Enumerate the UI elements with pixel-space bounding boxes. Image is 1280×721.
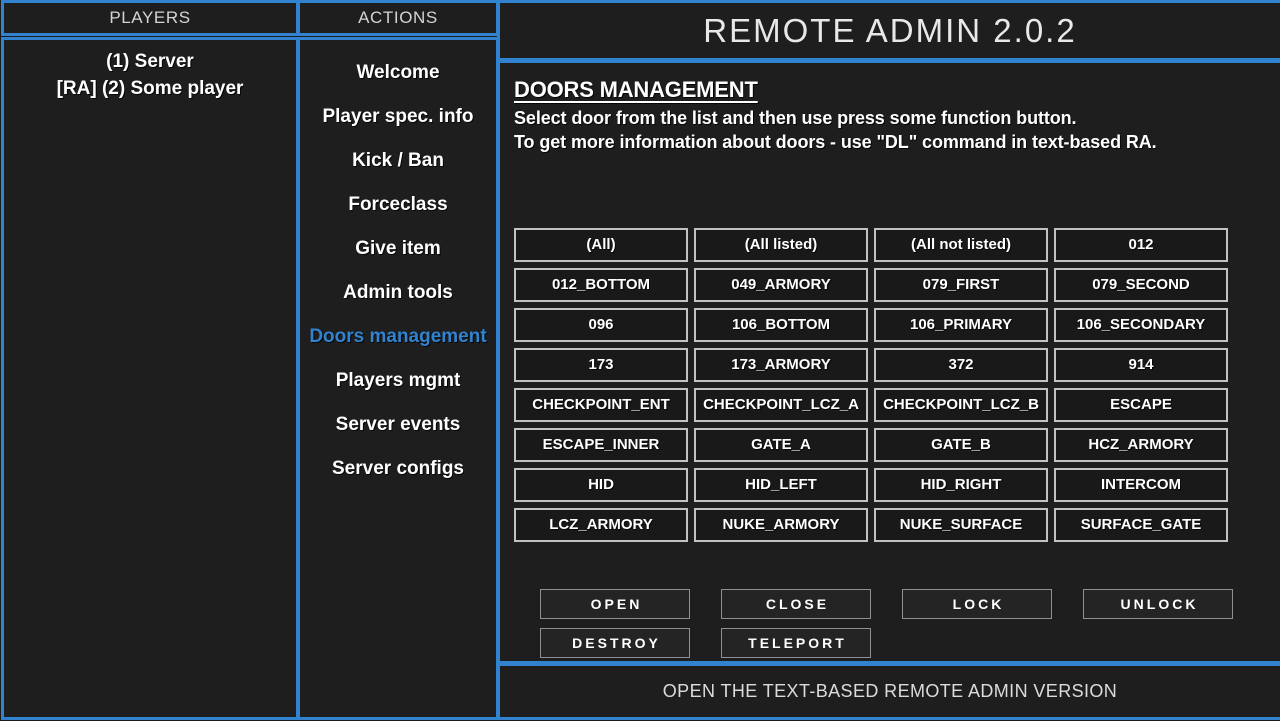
players-header-label: PLAYERS — [109, 8, 191, 27]
sidebar-item-server-events[interactable]: Server events — [300, 403, 496, 447]
app-title-bar: REMOTE ADMIN 2.0.2 — [497, 0, 1280, 61]
door-button[interactable]: CHECKPOINT_ENT — [514, 388, 688, 422]
door-function-buttons: OPEN CLOSE LOCK UNLOCK DESTROY TELEPORT — [540, 589, 1260, 658]
door-button[interactable]: NUKE_ARMORY — [694, 508, 868, 542]
door-button[interactable]: HID — [514, 468, 688, 502]
players-panel-body: (1) Server [RA] (2) Some player — [1, 37, 299, 720]
close-button[interactable]: CLOSE — [721, 589, 871, 619]
lock-button[interactable]: LOCK — [902, 589, 1052, 619]
door-button[interactable]: ESCAPE — [1054, 388, 1228, 422]
page-title: DOORS MANAGEMENT — [514, 77, 758, 102]
door-button[interactable]: 106_PRIMARY — [874, 308, 1048, 342]
door-button[interactable]: 012_BOTTOM — [514, 268, 688, 302]
door-button[interactable]: 079_FIRST — [874, 268, 1048, 302]
door-button[interactable]: HID_LEFT — [694, 468, 868, 502]
main-content-inner: DOORS MANAGEMENT Select door from the li… — [512, 77, 1270, 661]
remote-admin-window: PLAYERS (1) Server [RA] (2) Some player A… — [0, 0, 1280, 721]
sidebar-item-player-spec-info[interactable]: Player spec. info — [300, 95, 496, 139]
sidebar-item-welcome[interactable]: Welcome — [300, 51, 496, 95]
sidebar-item-give-item[interactable]: Give item — [300, 227, 496, 271]
door-button[interactable]: 173 — [514, 348, 688, 382]
text-based-ra-bar[interactable]: OPEN THE TEXT-BASED REMOTE ADMIN VERSION — [497, 663, 1280, 720]
door-button[interactable]: HID_RIGHT — [874, 468, 1048, 502]
door-button[interactable]: (All) — [514, 228, 688, 262]
door-button[interactable]: 106_BOTTOM — [694, 308, 868, 342]
door-button[interactable]: 173_ARMORY — [694, 348, 868, 382]
door-button[interactable]: HCZ_ARMORY — [1054, 428, 1228, 462]
door-button[interactable]: 012 — [1054, 228, 1228, 262]
actions-menu: Welcome Player spec. info Kick / Ban Forcec… — [300, 40, 496, 491]
sidebar-item-admin-tools[interactable]: Admin tools — [300, 271, 496, 315]
player-list-item[interactable]: (1) Server — [4, 48, 296, 75]
description-line-1: Select door from the list and then use p… — [514, 108, 1077, 128]
unlock-button[interactable]: UNLOCK — [1083, 589, 1233, 619]
door-button[interactable]: 096 — [514, 308, 688, 342]
players-list: (1) Server [RA] (2) Some player — [4, 40, 296, 102]
door-button[interactable]: 049_ARMORY — [694, 268, 868, 302]
door-button[interactable]: INTERCOM — [1054, 468, 1228, 502]
door-button[interactable]: CHECKPOINT_LCZ_B — [874, 388, 1048, 422]
actions-panel-body: Welcome Player spec. info Kick / Ban Forcec… — [297, 37, 499, 720]
actions-header-label: ACTIONS — [358, 8, 438, 27]
main-content-panel: DOORS MANAGEMENT Select door from the li… — [497, 60, 1280, 664]
door-button[interactable]: ESCAPE_INNER — [514, 428, 688, 462]
open-text-based-ra-button[interactable]: OPEN THE TEXT-BASED REMOTE ADMIN VERSION — [500, 666, 1280, 717]
teleport-button[interactable]: TELEPORT — [721, 628, 871, 658]
open-button[interactable]: OPEN — [540, 589, 690, 619]
door-button[interactable]: CHECKPOINT_LCZ_A — [694, 388, 868, 422]
player-list-item[interactable]: [RA] (2) Some player — [4, 75, 296, 102]
destroy-button[interactable]: DESTROY — [540, 628, 690, 658]
sidebar-item-doors-management[interactable]: Doors management — [300, 315, 496, 359]
sidebar-item-kick-ban[interactable]: Kick / Ban — [300, 139, 496, 183]
door-button[interactable]: (All not listed) — [874, 228, 1048, 262]
door-button[interactable]: SURFACE_GATE — [1054, 508, 1228, 542]
door-button[interactable]: 372 — [874, 348, 1048, 382]
actions-panel-header: ACTIONS — [297, 0, 499, 36]
door-button[interactable]: 079_SECOND — [1054, 268, 1228, 302]
players-panel-header: PLAYERS — [1, 0, 299, 36]
description-line-2: To get more information about doors - us… — [514, 132, 1157, 152]
sidebar-item-players-mgmt[interactable]: Players mgmt — [300, 359, 496, 403]
door-button[interactable]: 106_SECONDARY — [1054, 308, 1228, 342]
doors-grid: (All) (All listed) (All not listed) 012 012_… — [514, 228, 1236, 542]
door-button[interactable]: (All listed) — [694, 228, 868, 262]
door-button[interactable]: LCZ_ARMORY — [514, 508, 688, 542]
door-button[interactable]: 914 — [1054, 348, 1228, 382]
door-button[interactable]: GATE_A — [694, 428, 868, 462]
app-title: REMOTE ADMIN 2.0.2 — [703, 12, 1077, 49]
sidebar-item-server-configs[interactable]: Server configs — [300, 447, 496, 491]
sidebar-item-forceclass[interactable]: Forceclass — [300, 183, 496, 227]
door-button[interactable]: GATE_B — [874, 428, 1048, 462]
door-button[interactable]: NUKE_SURFACE — [874, 508, 1048, 542]
